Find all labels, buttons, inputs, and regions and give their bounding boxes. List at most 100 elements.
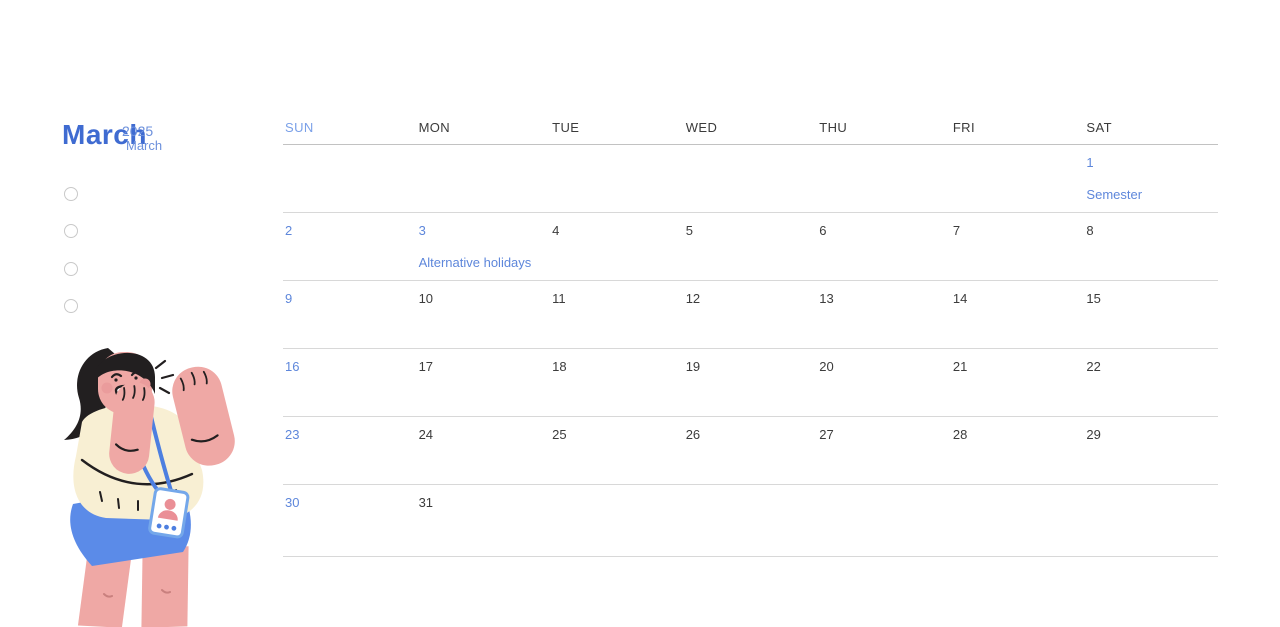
day-number[interactable]: 11 bbox=[552, 291, 678, 306]
day-number[interactable]: 31 bbox=[419, 495, 545, 510]
weekday-header-tue: TUE bbox=[552, 120, 580, 135]
day-cell-24[interactable]: 24 bbox=[417, 417, 551, 484]
day-cell-14[interactable]: 14 bbox=[951, 281, 1085, 348]
day-cell-18[interactable]: 18 bbox=[550, 349, 684, 416]
day-cell-empty bbox=[817, 485, 951, 556]
day-cell-27[interactable]: 27 bbox=[817, 417, 951, 484]
day-number[interactable]: 13 bbox=[819, 291, 945, 306]
day-cell-16[interactable]: 16 bbox=[283, 349, 417, 416]
day-cell-5[interactable]: 5 bbox=[684, 213, 818, 280]
day-number[interactable]: 17 bbox=[419, 359, 545, 374]
sound-strokes bbox=[154, 359, 175, 395]
day-cell-15[interactable]: 15 bbox=[1084, 281, 1218, 348]
day-cell-empty bbox=[1084, 485, 1218, 556]
day-number[interactable]: 16 bbox=[285, 359, 411, 374]
woman-announcing-illustration bbox=[52, 342, 242, 627]
calendar-grid: 1 Semester 2 3 Alternative holidays 4 5 6 7 8 9 10 1… bbox=[283, 145, 1218, 557]
day-cell-7[interactable]: 7 bbox=[951, 213, 1085, 280]
day-cell-21[interactable]: 21 bbox=[951, 349, 1085, 416]
day-cell-22[interactable]: 22 bbox=[1084, 349, 1218, 416]
calendar-page: March 2025 March SUN MON TUE WED THU FRI… bbox=[0, 0, 1280, 627]
day-cell-9[interactable]: 9 bbox=[283, 281, 417, 348]
day-number[interactable]: 23 bbox=[285, 427, 411, 442]
weekday-header-sat: SAT bbox=[1086, 120, 1112, 135]
day-cell-12[interactable]: 12 bbox=[684, 281, 818, 348]
day-number[interactable]: 7 bbox=[953, 223, 1079, 238]
calendar-week-row: 30 31 bbox=[283, 485, 1218, 557]
weekday-header-mon: MON bbox=[418, 120, 451, 135]
day-number[interactable]: 14 bbox=[953, 291, 1079, 306]
day-number[interactable]: 19 bbox=[686, 359, 812, 374]
day-cell-13[interactable]: 13 bbox=[817, 281, 951, 348]
day-cell-11[interactable]: 11 bbox=[550, 281, 684, 348]
calendar-week-row: 16 17 18 19 20 21 22 bbox=[283, 349, 1218, 417]
day-cell-empty bbox=[550, 145, 684, 212]
day-number[interactable]: 10 bbox=[419, 291, 545, 306]
day-number[interactable]: 22 bbox=[1086, 359, 1212, 374]
calendar: SUN MON TUE WED THU FRI SAT 1 Semester 2 3 Alterna… bbox=[283, 120, 1218, 557]
empty-checklist-circle[interactable] bbox=[64, 187, 78, 201]
day-cell-empty bbox=[951, 145, 1085, 212]
empty-checklist-circle[interactable] bbox=[64, 262, 78, 276]
day-cell-30[interactable]: 30 bbox=[283, 485, 417, 556]
day-number[interactable]: 25 bbox=[552, 427, 678, 442]
day-number[interactable]: 3 bbox=[419, 223, 545, 238]
page-title: March 2025 March bbox=[62, 121, 182, 161]
day-cell-3[interactable]: 3 Alternative holidays bbox=[417, 213, 551, 280]
day-cell-empty bbox=[283, 145, 417, 212]
day-number[interactable]: 20 bbox=[819, 359, 945, 374]
day-number[interactable]: 29 bbox=[1086, 427, 1212, 442]
day-cell-17[interactable]: 17 bbox=[417, 349, 551, 416]
month-overlay-label: March bbox=[126, 138, 163, 153]
day-cell-empty bbox=[817, 145, 951, 212]
calendar-week-row: 2 3 Alternative holidays 4 5 6 7 8 bbox=[283, 213, 1218, 281]
day-number[interactable]: 6 bbox=[819, 223, 945, 238]
day-cell-empty bbox=[951, 485, 1085, 556]
day-number[interactable]: 8 bbox=[1086, 223, 1212, 238]
day-number[interactable]: 2 bbox=[285, 223, 411, 238]
calendar-week-row: 1 Semester bbox=[283, 145, 1218, 213]
day-number[interactable]: 28 bbox=[953, 427, 1079, 442]
day-number[interactable]: 1 bbox=[1086, 155, 1212, 170]
weekday-header-thu: THU bbox=[819, 120, 848, 135]
day-cell-26[interactable]: 26 bbox=[684, 417, 818, 484]
day-number[interactable]: 21 bbox=[953, 359, 1079, 374]
day-cell-8[interactable]: 8 bbox=[1084, 213, 1218, 280]
blush-left bbox=[101, 382, 113, 394]
event-label[interactable]: Alternative holidays bbox=[419, 255, 545, 270]
day-number[interactable]: 5 bbox=[686, 223, 812, 238]
day-cell-2[interactable]: 2 bbox=[283, 213, 417, 280]
day-cell-20[interactable]: 20 bbox=[817, 349, 951, 416]
day-number[interactable]: 4 bbox=[552, 223, 678, 238]
day-cell-23[interactable]: 23 bbox=[283, 417, 417, 484]
day-number[interactable]: 30 bbox=[285, 495, 411, 510]
day-cell-28[interactable]: 28 bbox=[951, 417, 1085, 484]
day-cell-6[interactable]: 6 bbox=[817, 213, 951, 280]
day-cell-1[interactable]: 1 Semester bbox=[1084, 145, 1218, 212]
day-cell-25[interactable]: 25 bbox=[550, 417, 684, 484]
day-number[interactable]: 12 bbox=[686, 291, 812, 306]
day-cell-10[interactable]: 10 bbox=[417, 281, 551, 348]
day-number[interactable]: 26 bbox=[686, 427, 812, 442]
day-cell-29[interactable]: 29 bbox=[1084, 417, 1218, 484]
day-cell-19[interactable]: 19 bbox=[684, 349, 818, 416]
year-overlay-label: 2025 bbox=[122, 123, 154, 139]
id-badge bbox=[148, 487, 190, 539]
eye-left bbox=[114, 378, 118, 382]
calendar-week-row: 9 10 11 12 13 14 15 bbox=[283, 281, 1218, 349]
day-cell-31[interactable]: 31 bbox=[417, 485, 551, 556]
empty-checklist-circle[interactable] bbox=[64, 224, 78, 238]
weekday-header-sun: SUN bbox=[285, 120, 314, 135]
empty-checklist-circle[interactable] bbox=[64, 299, 78, 313]
weekday-header-row: SUN MON TUE WED THU FRI SAT bbox=[283, 120, 1218, 145]
day-cell-empty bbox=[550, 485, 684, 556]
day-number[interactable]: 15 bbox=[1086, 291, 1212, 306]
day-number[interactable]: 27 bbox=[819, 427, 945, 442]
day-number[interactable]: 24 bbox=[419, 427, 545, 442]
day-number[interactable]: 9 bbox=[285, 291, 411, 306]
illustration-svg bbox=[64, 348, 235, 627]
day-cell-empty bbox=[417, 145, 551, 212]
day-number[interactable]: 18 bbox=[552, 359, 678, 374]
day-cell-4[interactable]: 4 bbox=[550, 213, 684, 280]
event-label[interactable]: Semester bbox=[1086, 187, 1212, 202]
